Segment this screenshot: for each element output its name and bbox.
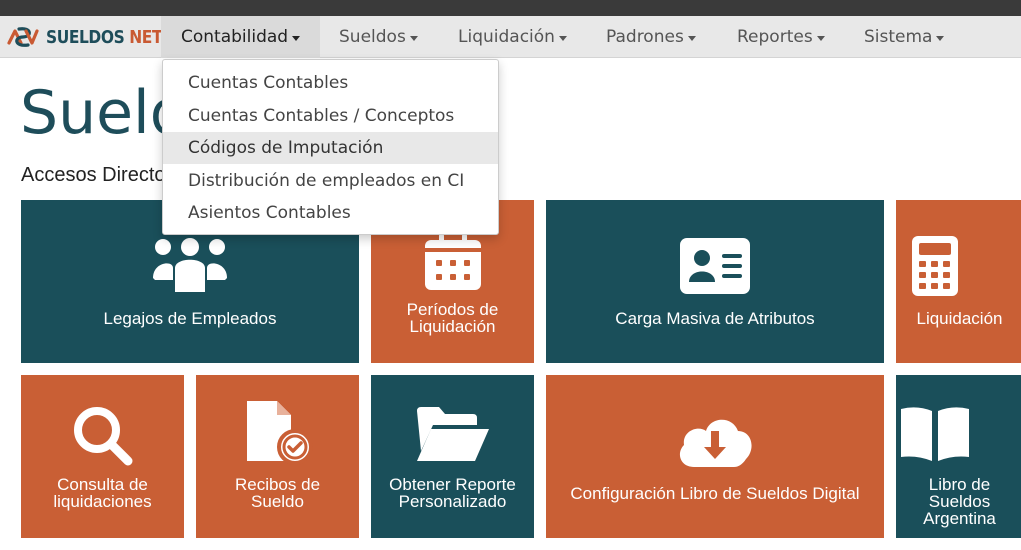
menu-liquidacion-label: Liquidación <box>458 27 555 47</box>
dropdown-item-label: Cuentas Contables / Conceptos <box>188 106 455 126</box>
tile-configuracion-libro-sueldos[interactable]: Configuración Libro de Sueldos Digital <box>546 375 884 538</box>
tile-consulta-liquidaciones[interactable]: Consulta de liquidaciones <box>21 375 184 538</box>
chevron-down-icon <box>558 35 567 41</box>
dropdown-item-label: Códigos de Imputación <box>188 138 384 158</box>
cloud-download-icon <box>546 409 884 469</box>
tile-label: Configuración Libro de Sueldos Digital <box>570 484 860 503</box>
menu-reportes-label: Reportes <box>737 27 813 47</box>
chevron-down-icon <box>687 35 696 41</box>
dropdown-item-distribucion-empleados[interactable]: Distribución de empleados en CI <box>163 165 498 197</box>
dropdown-item-cuentas-contables[interactable]: Cuentas Contables <box>163 67 498 99</box>
tile-label: Consulta de liquidaciones <box>53 475 152 511</box>
dropdown-item-cuentas-conceptos[interactable]: Cuentas Contables / Conceptos <box>163 100 498 132</box>
tile-obtener-reporte[interactable]: Obtener Reporte Personalizado <box>371 375 534 538</box>
menu-sueldos-label: Sueldos <box>339 27 406 47</box>
folder-open-icon <box>371 405 534 461</box>
brand-name: SUELDOS NET <box>46 26 163 48</box>
tile-label: Libro de Sueldos Argentina <box>923 475 996 528</box>
file-check-icon <box>196 401 359 465</box>
dropdown-item-codigos-imputacion[interactable]: Códigos de Imputación <box>163 132 498 164</box>
dropdown-item-label: Asientos Contables <box>188 203 351 223</box>
menu-contabilidad-label: Contabilidad <box>181 27 289 47</box>
section-title: Accesos Directos <box>21 164 176 186</box>
chevron-down-icon <box>936 35 945 41</box>
id-card-icon <box>546 238 884 294</box>
menu-sistema-label: Sistema <box>864 27 933 47</box>
tile-label: Obtener Reporte Personalizado <box>389 475 516 511</box>
tile-liquidacion[interactable]: Liquidación <box>896 200 1021 363</box>
menu-contabilidad[interactable]: Contabilidad <box>161 16 320 58</box>
chevron-down-icon <box>816 35 825 41</box>
dropdown-item-label: Distribución de empleados en CI <box>188 171 465 191</box>
dropdown-item-label: Cuentas Contables <box>188 73 349 93</box>
search-icon <box>21 405 184 467</box>
navbar: SUELDOS NET Contabilidad Sueldos Liquida… <box>0 16 1021 58</box>
window-top-strip <box>0 0 1021 16</box>
users-icon <box>21 238 359 294</box>
tile-libro-sueldos-argentina[interactable]: Libro de Sueldos Argentina <box>896 375 1021 538</box>
tile-label: Liquidación <box>916 309 1003 328</box>
brand-name-part1: SUELDOS <box>46 26 125 48</box>
chevron-down-icon <box>409 35 418 41</box>
menu-padrones-label: Padrones <box>606 27 684 47</box>
tile-label: Recibos de Sueldo <box>234 475 321 511</box>
chevron-down-icon <box>292 35 301 41</box>
menu-reportes[interactable]: Reportes <box>737 16 825 58</box>
calendar-icon <box>371 234 534 290</box>
dropdown-item-asientos-contables[interactable]: Asientos Contables <box>163 197 498 229</box>
tile-label: Legajos de Empleados <box>103 309 277 328</box>
menu-sueldos[interactable]: Sueldos <box>339 16 418 58</box>
logo-icon <box>7 27 39 47</box>
brand-logo[interactable]: SUELDOS NET <box>6 20 181 54</box>
tile-label: Carga Masiva de Atributos <box>615 309 815 328</box>
menu-padrones[interactable]: Padrones <box>606 16 696 58</box>
brand-name-part2: NET <box>129 26 163 48</box>
tile-carga-masiva-atributos[interactable]: Carga Masiva de Atributos <box>546 200 884 363</box>
book-open-icon <box>896 405 973 461</box>
menu-sistema[interactable]: Sistema <box>864 16 945 58</box>
tile-label: Períodos de Liquidación <box>406 300 499 336</box>
menu-liquidacion[interactable]: Liquidación <box>458 16 567 58</box>
contabilidad-dropdown-menu: Cuentas Contables Cuentas Contables / Co… <box>162 59 499 235</box>
tile-recibos-sueldo[interactable]: Recibos de Sueldo <box>196 375 359 538</box>
calculator-icon <box>896 236 973 296</box>
